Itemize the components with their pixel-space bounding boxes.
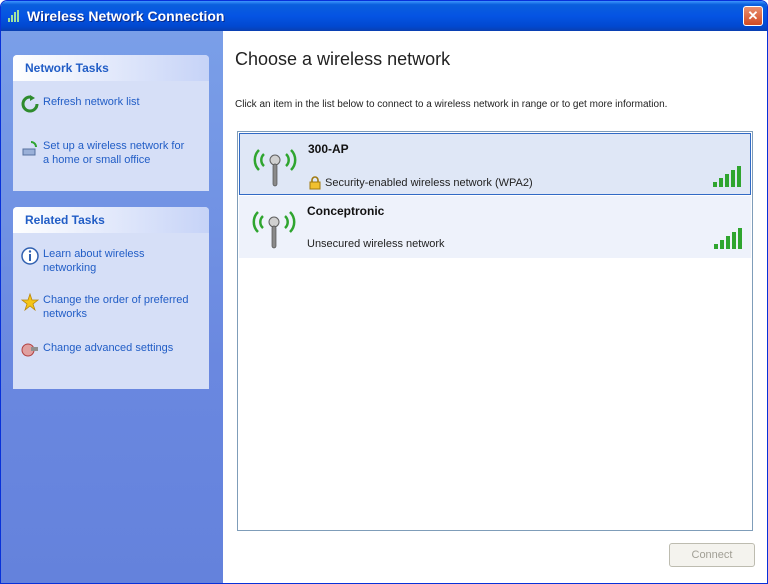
signal-strength-icon — [713, 166, 741, 187]
network-tasks-header: Network Tasks — [13, 55, 209, 81]
network-item-conceptronic[interactable]: Conceptronic Unsecured wireless network — [239, 196, 751, 258]
window-title: Wireless Network Connection — [27, 8, 225, 24]
change-advanced-settings-label: Change advanced settings — [43, 342, 174, 354]
network-security: Unsecured wireless network — [307, 238, 445, 250]
main-content: Choose a wireless network Click an item … — [223, 31, 767, 583]
network-ssid: 300-AP — [308, 142, 349, 156]
change-order-preferred-label: Change the order of preferred networks — [43, 294, 189, 320]
refresh-icon — [21, 95, 39, 113]
change-advanced-settings-link[interactable]: Change advanced settings — [21, 341, 193, 359]
learn-about-wireless-link[interactable]: Learn about wireless networking — [21, 247, 193, 275]
related-tasks-panel: Related Tasks Learn about wireless netwo… — [13, 207, 209, 389]
refresh-network-list-label: Refresh network list — [43, 96, 140, 108]
advanced-settings-icon — [21, 343, 38, 357]
info-icon — [21, 247, 39, 265]
title-bar[interactable]: Wireless Network Connection ✕ — [1, 1, 767, 31]
close-button[interactable]: ✕ — [743, 6, 763, 26]
learn-about-wireless-label: Learn about wireless networking — [43, 248, 145, 274]
setup-wireless-network-link[interactable]: Set up a wireless network for a home or … — [21, 139, 193, 167]
wireless-icon — [8, 10, 19, 22]
wireless-antenna-icon — [252, 211, 296, 249]
connect-button[interactable]: Connect — [669, 543, 755, 567]
wireless-antenna-icon — [253, 149, 297, 187]
close-icon: ✕ — [747, 8, 759, 23]
lock-icon — [309, 176, 321, 190]
refresh-network-list-link[interactable]: Refresh network list — [21, 95, 193, 113]
network-security-label: Security-enabled wireless network (WPA2) — [325, 177, 533, 189]
network-ssid: Conceptronic — [307, 204, 385, 218]
task-pane: Network Tasks Refresh network list Set u… — [1, 31, 223, 583]
network-security-label: Unsecured wireless network — [307, 238, 445, 250]
setup-wireless-icon — [22, 141, 37, 156]
star-icon — [21, 293, 39, 311]
page-title: Choose a wireless network — [235, 49, 451, 69]
change-order-preferred-link[interactable]: Change the order of preferred networks — [21, 293, 193, 321]
network-tasks-panel: Network Tasks Refresh network list Set u… — [13, 55, 209, 191]
wireless-network-window: Wireless Network Connection ✕ Network Ta… — [0, 0, 768, 584]
related-tasks-header: Related Tasks — [13, 207, 209, 233]
network-list[interactable]: 300-AP Security-enabled wireless network… — [237, 131, 753, 531]
instruction-text: Click an item in the list below to conne… — [235, 99, 668, 110]
network-security: Security-enabled wireless network (WPA2) — [308, 176, 533, 190]
signal-strength-icon — [714, 228, 742, 249]
network-item-300-ap[interactable]: 300-AP Security-enabled wireless network… — [239, 133, 751, 195]
setup-wireless-network-label: Set up a wireless network for a home or … — [43, 140, 185, 166]
